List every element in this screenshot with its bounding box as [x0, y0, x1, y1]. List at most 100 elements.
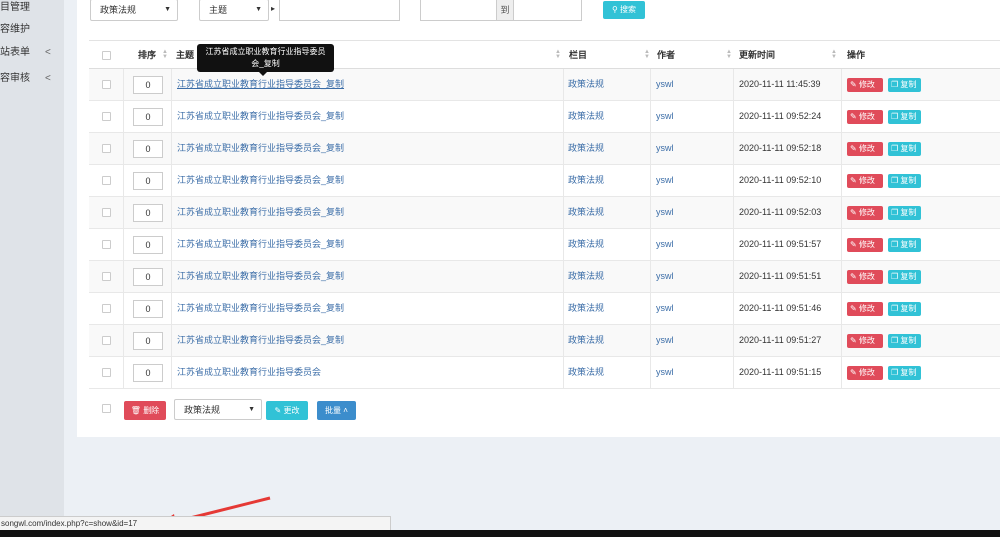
sort-icon[interactable]: ▲ ▼: [831, 49, 837, 60]
edit-button-label: 修改: [858, 112, 875, 121]
copy-button[interactable]: ❐ 复制: [888, 110, 921, 124]
sort-order-input[interactable]: 0: [133, 172, 163, 190]
sort-order-input[interactable]: 0: [133, 364, 163, 382]
sort-order-input[interactable]: 0: [133, 108, 163, 126]
row-checkbox[interactable]: [102, 80, 111, 89]
sort-order-input[interactable]: 0: [133, 140, 163, 158]
row-checkbox[interactable]: [102, 304, 111, 313]
date-start-input[interactable]: [420, 0, 497, 21]
column-link[interactable]: 政策法规: [568, 165, 604, 196]
row-checkbox[interactable]: [102, 176, 111, 185]
edit-button[interactable]: ✎ 修改: [847, 238, 883, 252]
copy-button[interactable]: ❐ 复制: [888, 334, 921, 348]
sidebar-item-content-maintenance[interactable]: 容维护: [0, 19, 64, 41]
bulk-category-select[interactable]: 政策法规 ▼: [174, 399, 262, 420]
edit-button[interactable]: ✎ 修改: [847, 78, 883, 92]
category-filter-select[interactable]: 政策法规 ▼: [90, 0, 178, 21]
date-end-input[interactable]: [513, 0, 582, 21]
row-checkbox[interactable]: [102, 368, 111, 377]
select-all-checkbox[interactable]: [102, 51, 111, 60]
change-button[interactable]: ✎ 更改: [266, 401, 308, 420]
bulk-select-checkbox[interactable]: [102, 404, 111, 413]
header-column[interactable]: 栏目: [569, 41, 587, 69]
keyword-input[interactable]: [279, 0, 400, 21]
column-link[interactable]: 政策法规: [568, 69, 604, 100]
column-link[interactable]: 政策法规: [568, 229, 604, 260]
sidebar-item-column-management[interactable]: 目管理: [0, 0, 64, 19]
sort-icon[interactable]: ▲ ▼: [162, 49, 168, 60]
author-link[interactable]: yswl: [656, 197, 674, 228]
sort-order-input[interactable]: 0: [133, 236, 163, 254]
sort-order-input[interactable]: 0: [133, 300, 163, 318]
column-divider: [650, 229, 651, 261]
copy-button[interactable]: ❐ 复制: [888, 366, 921, 380]
author-link[interactable]: yswl: [656, 165, 674, 196]
column-divider: [841, 293, 842, 325]
copy-button[interactable]: ❐ 复制: [888, 174, 921, 188]
article-title-link[interactable]: 江苏省成立职业教育行业指导委员会_复制: [177, 101, 344, 132]
author-link[interactable]: yswl: [656, 293, 674, 324]
article-title-link[interactable]: 江苏省成立职业教育行业指导委员会_复制: [177, 293, 344, 324]
edit-button-label: 修改: [858, 176, 875, 185]
column-link[interactable]: 政策法规: [568, 293, 604, 324]
edit-button[interactable]: ✎ 修改: [847, 334, 883, 348]
article-title-link[interactable]: 江苏省成立职业教育行业指导委员会_复制: [177, 325, 344, 356]
sidebar-item-site-forms[interactable]: 站表单 <: [0, 42, 64, 64]
edit-button[interactable]: ✎ 修改: [847, 270, 883, 284]
row-checkbox[interactable]: [102, 336, 111, 345]
sort-icon[interactable]: ▲ ▼: [726, 49, 732, 60]
author-link[interactable]: yswl: [656, 357, 674, 388]
article-title-link[interactable]: 江苏省成立职业教育行业指导委员会: [177, 357, 321, 388]
sort-icon[interactable]: ▲ ▼: [644, 49, 650, 60]
column-link[interactable]: 政策法规: [568, 357, 604, 388]
column-link[interactable]: 政策法规: [568, 101, 604, 132]
row-checkbox[interactable]: [102, 112, 111, 121]
article-title-link[interactable]: 江苏省成立职业教育行业指导委员会_复制: [177, 165, 344, 196]
article-title-link[interactable]: 江苏省成立职业教育行业指导委员会_复制: [177, 261, 344, 292]
header-author[interactable]: 作者: [657, 41, 675, 69]
sort-order-input[interactable]: 0: [133, 332, 163, 350]
delete-button[interactable]: 🗑 删除: [124, 401, 166, 420]
edit-button[interactable]: ✎ 修改: [847, 142, 883, 156]
article-title-link[interactable]: 江苏省成立职业教育行业指导委员会_复制: [177, 133, 344, 164]
row-checkbox[interactable]: [102, 272, 111, 281]
row-checkbox[interactable]: [102, 240, 111, 249]
column-link[interactable]: 政策法规: [568, 197, 604, 228]
author-link[interactable]: yswl: [656, 69, 674, 100]
header-sort[interactable]: 排序: [138, 41, 156, 69]
sort-order-input[interactable]: 0: [133, 76, 163, 94]
edit-button[interactable]: ✎ 修改: [847, 366, 883, 380]
copy-button[interactable]: ❐ 复制: [888, 270, 921, 284]
author-link[interactable]: yswl: [656, 325, 674, 356]
author-link[interactable]: yswl: [656, 133, 674, 164]
column-divider: [650, 197, 651, 229]
sort-order-input[interactable]: 0: [133, 268, 163, 286]
header-title[interactable]: 主题: [176, 41, 194, 69]
copy-button[interactable]: ❐ 复制: [888, 78, 921, 92]
column-link[interactable]: 政策法规: [568, 261, 604, 292]
copy-button[interactable]: ❐ 复制: [888, 206, 921, 220]
row-checkbox[interactable]: [102, 208, 111, 217]
field-filter-select[interactable]: 主题 ▼: [199, 0, 269, 21]
sort-icon[interactable]: ▲ ▼: [555, 49, 561, 60]
author-link[interactable]: yswl: [656, 229, 674, 260]
article-title-link[interactable]: 江苏省成立职业教育行业指导委员会_复制: [177, 197, 344, 228]
edit-button[interactable]: ✎ 修改: [847, 110, 883, 124]
row-checkbox[interactable]: [102, 144, 111, 153]
sidebar-item-content-review[interactable]: 容审核 <: [0, 68, 64, 90]
column-link[interactable]: 政策法规: [568, 325, 604, 356]
column-link[interactable]: 政策法规: [568, 133, 604, 164]
copy-button[interactable]: ❐ 复制: [888, 142, 921, 156]
article-title-link[interactable]: 江苏省成立职业教育行业指导委员会_复制: [177, 229, 344, 260]
search-button[interactable]: ⚲ 搜索: [603, 1, 645, 19]
author-link[interactable]: yswl: [656, 261, 674, 292]
header-updated[interactable]: 更新时间: [739, 41, 775, 69]
copy-button[interactable]: ❐ 复制: [888, 302, 921, 316]
edit-button[interactable]: ✎ 修改: [847, 174, 883, 188]
edit-button[interactable]: ✎ 修改: [847, 206, 883, 220]
edit-button[interactable]: ✎ 修改: [847, 302, 883, 316]
author-link[interactable]: yswl: [656, 101, 674, 132]
batch-dropdown-button[interactable]: 批量 ˄: [317, 401, 356, 420]
sort-order-input[interactable]: 0: [133, 204, 163, 222]
copy-button[interactable]: ❐ 复制: [888, 238, 921, 252]
